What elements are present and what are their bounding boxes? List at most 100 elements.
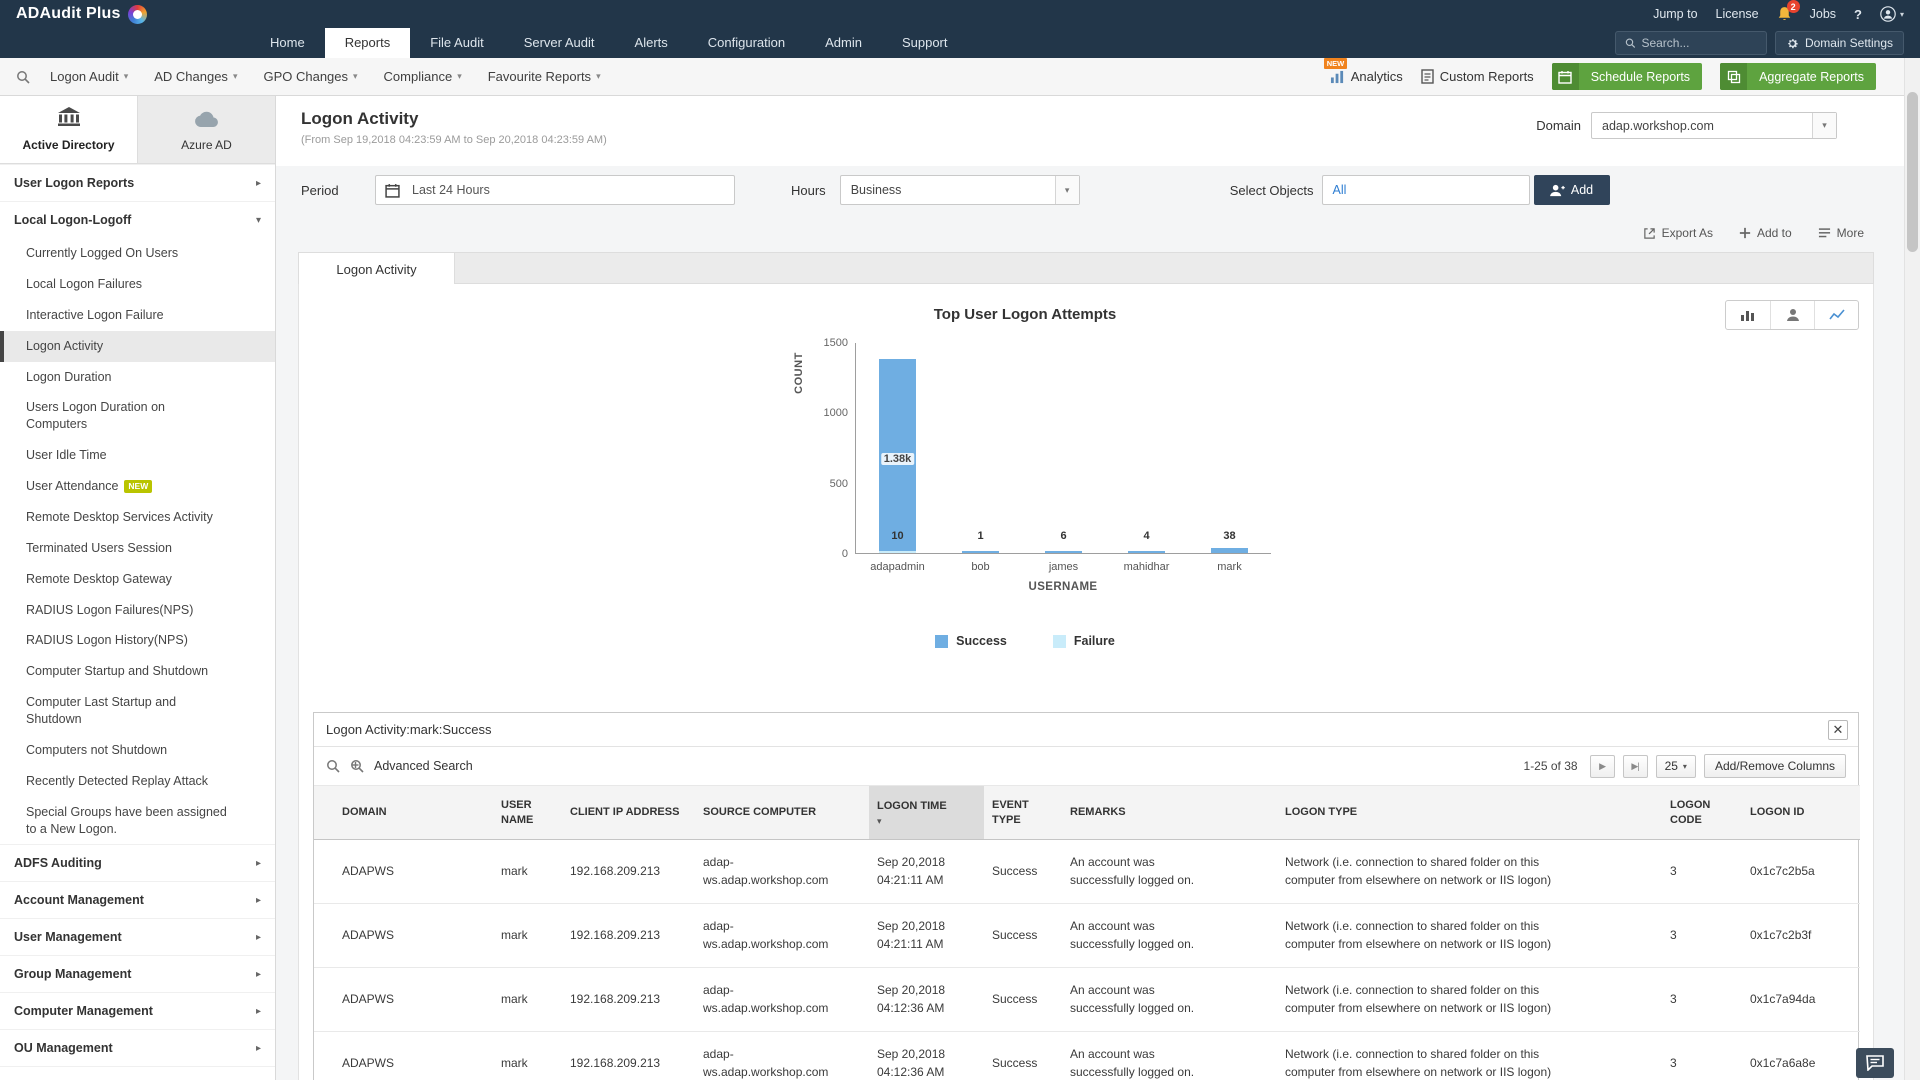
menu-favourite-reports[interactable]: Favourite Reports▾ <box>488 69 601 84</box>
bar-failure-adapadmin[interactable] <box>879 551 916 553</box>
sidebar-section-account-management[interactable]: Account Management▸ <box>0 881 275 918</box>
table-row[interactable]: ADAPWSmark192.168.209.213adap-ws.adap.wo… <box>314 904 1860 968</box>
period-input[interactable]: Last 24 Hours <box>375 175 735 205</box>
legend-item-failure[interactable]: Failure <box>1053 634 1115 648</box>
sidebar-item-logon-activity[interactable]: Logon Activity <box>0 331 275 362</box>
global-search[interactable] <box>1615 31 1767 55</box>
scrollbar-thumb[interactable] <box>1907 92 1918 252</box>
notifications-button[interactable]: 2 <box>1777 6 1792 22</box>
user-view-icon[interactable] <box>1770 301 1814 329</box>
sidebar-tab-azure-ad[interactable]: Azure AD <box>137 96 275 163</box>
schedule-reports-button[interactable]: Schedule Reports <box>1552 63 1702 90</box>
bar-mahidhar[interactable] <box>1128 551 1165 553</box>
menu-compliance[interactable]: Compliance▾ <box>384 69 462 84</box>
advanced-search-label[interactable]: Advanced Search <box>374 759 473 773</box>
sidebar-item-special-groups-have-been-assigned-to-a-new-logon[interactable]: Special Groups have been assigned to a N… <box>0 797 275 845</box>
sidebar-item-user-attendance[interactable]: User AttendanceNEW <box>0 471 275 502</box>
domain-settings-button[interactable]: Domain Settings <box>1775 31 1904 55</box>
page-scrollbar[interactable] <box>1904 58 1920 1080</box>
report-search-icon[interactable] <box>16 70 30 84</box>
table-row[interactable]: ADAPWSmark192.168.209.213adap-ws.adap.wo… <box>314 840 1860 904</box>
bar-chart-icon[interactable] <box>1726 301 1770 329</box>
user-menu[interactable]: ▾ <box>1880 6 1904 22</box>
jobs-link[interactable]: Jobs <box>1810 7 1836 21</box>
jump-to-link[interactable]: Jump to <box>1653 7 1697 21</box>
last-page-button[interactable]: ▶| <box>1623 755 1648 778</box>
sidebar-section-local-logon-logoff[interactable]: Local Logon-Logoff▾ <box>0 201 275 238</box>
sidebar-item-remote-desktop-gateway[interactable]: Remote Desktop Gateway <box>0 564 275 595</box>
tab-logon-activity[interactable]: Logon Activity <box>299 253 455 285</box>
column-header-logon-type[interactable]: LOGON TYPE <box>1277 786 1662 840</box>
menu-gpo-changes[interactable]: GPO Changes▾ <box>263 69 357 84</box>
add-remove-columns-button[interactable]: Add/Remove Columns <box>1704 754 1846 778</box>
page-size-select[interactable]: 25 ▾ <box>1656 755 1696 778</box>
next-page-button[interactable]: ▶ <box>1590 755 1615 778</box>
nav-admin[interactable]: Admin <box>805 28 882 58</box>
nav-file-audit[interactable]: File Audit <box>410 28 503 58</box>
column-header-user-name[interactable]: USER NAME <box>493 786 562 840</box>
sidebar-item-remote-desktop-services-activity[interactable]: Remote Desktop Services Activity <box>0 502 275 533</box>
sidebar-section-user-logon-reports[interactable]: User Logon Reports▸ <box>0 164 275 201</box>
nav-alerts[interactable]: Alerts <box>615 28 688 58</box>
sidebar-item-computer-last-startup-and-shutdown[interactable]: Computer Last Startup and Shutdown <box>0 687 275 735</box>
column-header-logon-id[interactable]: LOGON ID <box>1742 786 1860 840</box>
custom-reports-button[interactable]: Custom Reports <box>1421 69 1534 84</box>
analytics-button[interactable]: NEW Analytics <box>1330 69 1403 84</box>
sidebar-item-terminated-users-session[interactable]: Terminated Users Session <box>0 533 275 564</box>
sidebar-item-recently-detected-replay-attack[interactable]: Recently Detected Replay Attack <box>0 766 275 797</box>
help-icon[interactable]: ? <box>1854 7 1862 22</box>
select-objects-input[interactable]: All <box>1322 175 1530 205</box>
sidebar-section-gpo-management[interactable]: GPO Management▸ <box>0 1066 275 1080</box>
column-header-domain[interactable]: DOMAIN <box>314 786 493 840</box>
nav-reports[interactable]: Reports <box>325 28 411 58</box>
app-logo[interactable]: ADAudit Plus <box>16 5 147 24</box>
calendar-icon[interactable] <box>376 183 408 198</box>
sidebar-section-ou-management[interactable]: OU Management▸ <box>0 1029 275 1066</box>
add-objects-button[interactable]: Add <box>1534 175 1610 205</box>
column-header-logon-code[interactable]: LOGON CODE <box>1662 786 1742 840</box>
add-to-button[interactable]: Add to <box>1739 226 1792 240</box>
column-header-logon-time[interactable]: LOGON TIME▾ <box>869 786 984 840</box>
column-header-remarks[interactable]: REMARKS <box>1062 786 1277 840</box>
column-header-client-ip-address[interactable]: CLIENT IP ADDRESS <box>562 786 695 840</box>
sidebar-tab-active-directory[interactable]: Active Directory <box>0 96 137 163</box>
sidebar-item-interactive-logon-failure[interactable]: Interactive Logon Failure <box>0 300 275 331</box>
table-row[interactable]: ADAPWSmark192.168.209.213adap-ws.adap.wo… <box>314 1032 1860 1080</box>
sidebar-section-group-management[interactable]: Group Management▸ <box>0 955 275 992</box>
menu-ad-changes[interactable]: AD Changes▾ <box>154 69 237 84</box>
column-header-source-computer[interactable]: SOURCE COMPUTER <box>695 786 869 840</box>
sidebar-item-computer-startup-and-shutdown[interactable]: Computer Startup and Shutdown <box>0 656 275 687</box>
column-search-icon[interactable] <box>326 759 340 773</box>
sidebar-item-radius-logon-history-nps[interactable]: RADIUS Logon History(NPS) <box>0 625 275 656</box>
sidebar-item-radius-logon-failures-nps[interactable]: RADIUS Logon Failures(NPS) <box>0 595 275 626</box>
export-as-button[interactable]: Export As <box>1643 226 1713 240</box>
sidebar-section-adfs-auditing[interactable]: ADFS Auditing▸ <box>0 844 275 881</box>
more-button[interactable]: More <box>1818 226 1864 240</box>
advanced-search-icon[interactable] <box>350 759 364 773</box>
column-header-event-type[interactable]: EVENT TYPE <box>984 786 1062 840</box>
global-search-input[interactable] <box>1641 36 1757 50</box>
sidebar-item-users-logon-duration-on-computers[interactable]: Users Logon Duration on Computers <box>0 392 275 440</box>
nav-support[interactable]: Support <box>882 28 968 58</box>
sidebar-item-local-logon-failures[interactable]: Local Logon Failures <box>0 269 275 300</box>
bar-bob[interactable] <box>962 551 999 553</box>
domain-select[interactable]: adap.workshop.com ▾ <box>1591 112 1837 139</box>
nav-home[interactable]: Home <box>250 28 325 58</box>
nav-configuration[interactable]: Configuration <box>688 28 805 58</box>
sidebar-item-logon-duration[interactable]: Logon Duration <box>0 362 275 393</box>
sidebar-section-user-management[interactable]: User Management▸ <box>0 918 275 955</box>
sidebar-item-user-idle-time[interactable]: User Idle Time <box>0 440 275 471</box>
sidebar-item-computers-not-shutdown[interactable]: Computers not Shutdown <box>0 735 275 766</box>
bar-james[interactable] <box>1045 551 1082 553</box>
nav-server-audit[interactable]: Server Audit <box>504 28 615 58</box>
hours-select[interactable]: Business ▾ <box>840 175 1080 205</box>
line-chart-icon[interactable] <box>1814 301 1858 329</box>
table-row[interactable]: ADAPWSmark192.168.209.213adap-ws.adap.wo… <box>314 968 1860 1032</box>
sidebar-section-computer-management[interactable]: Computer Management▸ <box>0 992 275 1029</box>
feedback-chat-button[interactable] <box>1856 1048 1894 1078</box>
close-icon[interactable]: ✕ <box>1828 720 1848 740</box>
aggregate-reports-button[interactable]: Aggregate Reports <box>1720 63 1876 90</box>
menu-logon-audit[interactable]: Logon Audit▾ <box>50 69 128 84</box>
legend-item-success[interactable]: Success <box>935 634 1007 648</box>
sidebar-item-currently-logged-on-users[interactable]: Currently Logged On Users <box>0 238 275 269</box>
